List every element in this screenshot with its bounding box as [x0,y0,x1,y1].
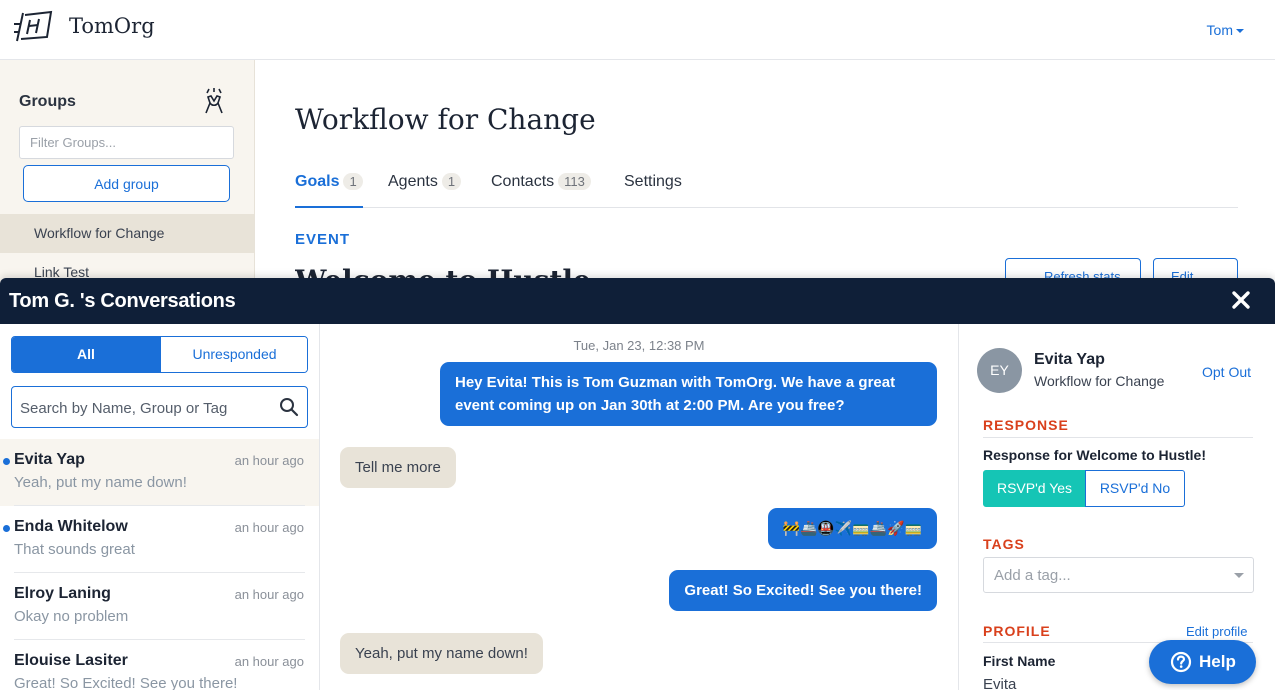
tag-select-placeholder: Add a tag... [994,567,1071,584]
response-section-label: RESPONSE [983,417,1069,433]
opt-out-link[interactable]: Opt Out [1202,364,1251,380]
question-circle-icon [1170,651,1192,673]
raised-hands-icon [205,88,223,114]
contact-name: Evita Yap [1034,351,1105,368]
filter-groups-input[interactable] [19,126,234,159]
conversation-item[interactable]: Evita Yap an hour ago Yeah, put my name … [0,439,319,506]
incoming-message: Tell me more [340,447,456,488]
filter-all-button[interactable]: All [12,337,160,372]
tab-agents[interactable]: Agents 1 [388,168,462,208]
add-group-button[interactable]: Add group [23,165,230,202]
unread-indicator [3,458,10,465]
conversation-contact-name: Evita Yap [14,451,85,468]
user-menu-label: Tom [1206,22,1233,38]
tab-label: Settings [624,173,682,190]
response-question: Response for Welcome to Hustle! [983,447,1207,463]
conversation-snippet: That sounds great [14,541,135,558]
top-bar: TomOrg Tom [0,0,1275,60]
conversation-contact-name: Elouise Lasiter [14,652,128,669]
sidebar-item-workflow-for-change[interactable]: Workflow for Change [0,214,254,253]
tab-label: Agents [388,173,438,190]
help-button[interactable]: Help [1149,640,1256,684]
tab-settings[interactable]: Settings [624,168,682,208]
tag-select[interactable]: Add a tag... [983,557,1254,593]
conversation-item[interactable]: Enda Whitelow an hour ago That sounds gr… [0,506,319,573]
conversation-contact-name: Elroy Laning [14,585,111,602]
divider [14,505,305,506]
tags-section-label: TAGS [983,536,1025,552]
profile-section-label: PROFILE [983,623,1051,639]
avatar: EY [977,348,1022,393]
conversations-panel: Tom G. 's Conversations All Unresponded … [0,278,1275,690]
filter-unresponded-button[interactable]: Unresponded [160,337,307,372]
user-menu[interactable]: Tom [1207,22,1244,38]
chevron-down-icon [1234,573,1244,578]
tab-count-badge: 1 [441,173,462,190]
help-label: Help [1199,652,1236,671]
tab-count-badge: 113 [558,173,591,190]
event-title-text: Welcome to Hustle [295,264,695,278]
outgoing-message: Hey Evita! This is Tom Guzman with TomOr… [440,362,937,426]
conversation-search [11,386,308,428]
conversation-snippet: Great! So Excited! See you there! [14,675,238,690]
org-logo-icon[interactable] [13,10,55,46]
conversation-snippet: Yeah, put my name down! [14,474,187,491]
tab-contacts[interactable]: Contacts 113 [491,168,591,208]
tab-label: Goals [295,173,340,190]
conversation-search-input[interactable] [20,396,270,420]
tab-count-badge: 1 [343,173,363,190]
edit-profile-link[interactable]: Edit profile [1186,624,1247,639]
first-name-value: Evita [983,676,1017,690]
group-tabs: Goals 1 Agents 1 Contacts 113 Settings [295,168,1238,208]
contact-group: Workflow for Change [1034,373,1165,389]
conversation-time: an hour ago [234,587,304,602]
conversation-filter-toggle: All Unresponded [11,336,308,373]
conversation-time: an hour ago [234,520,304,535]
contact-details: EY Evita Yap Workflow for Change Opt Out… [958,324,1275,690]
conversations-header: Tom G. 's Conversations [0,278,1275,324]
outgoing-message: 🚧🚢🚇✈️🚃🚢🚀🚃 [767,508,937,549]
conversation-item[interactable]: Elouise Lasiter an hour ago Great! So Ex… [0,640,319,690]
event-section-label: EVENT [295,231,351,248]
conversation-list: All Unresponded Evita Yap an hour ago Ye… [0,324,320,690]
unread-indicator [3,525,10,532]
tab-goals[interactable]: Goals 1 [295,168,363,208]
first-name-label: First Name [983,653,1056,669]
chevron-down-icon [1236,29,1244,34]
thread-timestamp: Tue, Jan 23, 12:38 PM [573,338,705,353]
event-title: Welcome to Hustle [295,262,695,278]
divider [983,437,1253,438]
close-icon[interactable] [1229,288,1253,312]
conversation-contact-name: Enda Whitelow [14,518,128,535]
rsvp-no-button[interactable]: RSVP'd No [1085,470,1185,507]
message-thread: Tue, Jan 23, 12:38 PM Hey Evita! This is… [320,324,958,690]
tab-label: Contacts [491,173,555,190]
page-title: Workflow for Change [295,103,596,136]
rsvp-yes-button[interactable]: RSVP'd Yes [983,470,1086,507]
incoming-message: Yeah, put my name down! [340,633,543,674]
org-name[interactable]: TomOrg [69,14,155,38]
conversation-item[interactable]: Elroy Laning an hour ago Okay no problem [0,573,319,640]
outgoing-message: Great! So Excited! See you there! [669,570,937,611]
search-icon[interactable] [279,397,299,417]
conversation-time: an hour ago [234,453,304,468]
conversation-snippet: Okay no problem [14,608,129,625]
conversation-time: an hour ago [234,654,304,669]
groups-title: Groups [19,93,76,110]
conversations-title: Tom G. 's Conversations [9,290,236,312]
